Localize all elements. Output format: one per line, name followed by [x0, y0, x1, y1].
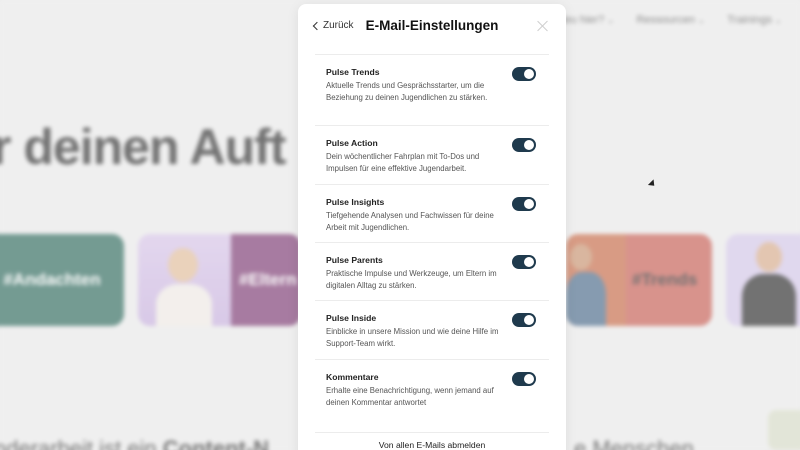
email-settings-modal: Zurück E-Mail-Einstellungen Pulse Trends…: [298, 4, 566, 450]
setting-item-pulse-trends: Pulse Trends Aktuelle Trends und Gespräc…: [315, 54, 549, 125]
setting-description: Praktische Impulse und Werkzeuge, um Elt…: [326, 269, 497, 290]
modal-header: Zurück E-Mail-Einstellungen: [298, 4, 566, 50]
setting-title: Pulse Trends: [326, 67, 380, 77]
setting-description: Dein wöchentlicher Fahrplan mit To-Dos u…: [326, 152, 480, 173]
setting-description: Einblicke in unsere Mission und wie dein…: [326, 327, 499, 348]
toggle-switch[interactable]: [512, 255, 536, 269]
setting-item-pulse-action: Pulse Action Dein wöchentlicher Fahrplan…: [315, 125, 549, 184]
toggle-switch[interactable]: [512, 197, 536, 211]
setting-description: Erhalte eine Benachrichtigung, wenn jema…: [326, 386, 494, 407]
toggle-switch[interactable]: [512, 67, 536, 81]
toggle-knob: [524, 140, 534, 150]
settings-list: Pulse Trends Aktuelle Trends und Gespräc…: [315, 54, 549, 421]
toggle-switch[interactable]: [512, 138, 536, 152]
setting-item-kommentare: Kommentare Erhalte eine Benachrichtigung…: [315, 359, 549, 421]
setting-description: Aktuelle Trends und Gesprächsstarter, um…: [326, 81, 488, 102]
toggle-knob: [524, 257, 534, 267]
setting-title: Pulse Parents: [326, 255, 383, 265]
toggle-knob: [524, 374, 534, 384]
toggle-knob: [524, 69, 534, 79]
close-icon[interactable]: [537, 20, 549, 32]
setting-item-pulse-inside: Pulse Inside Einblicke in unsere Mission…: [315, 300, 549, 359]
unsubscribe-all-button[interactable]: Von allen E-Mails abmelden: [315, 432, 549, 450]
setting-description: Tiefgehende Analysen und Fachwissen für …: [326, 211, 494, 232]
setting-title: Pulse Action: [326, 138, 378, 148]
setting-title: Pulse Inside: [326, 313, 377, 323]
toggle-switch[interactable]: [512, 372, 536, 386]
toggle-switch[interactable]: [512, 313, 536, 327]
modal-title: E-Mail-Einstellungen: [365, 18, 499, 33]
toggle-knob: [524, 315, 534, 325]
setting-item-pulse-parents: Pulse Parents Praktische Impulse und Wer…: [315, 242, 549, 300]
setting-title: Pulse Insights: [326, 197, 385, 207]
toggle-knob: [524, 199, 534, 209]
setting-item-pulse-insights: Pulse Insights Tiefgehende Analysen und …: [315, 184, 549, 242]
setting-title: Kommentare: [326, 372, 379, 382]
